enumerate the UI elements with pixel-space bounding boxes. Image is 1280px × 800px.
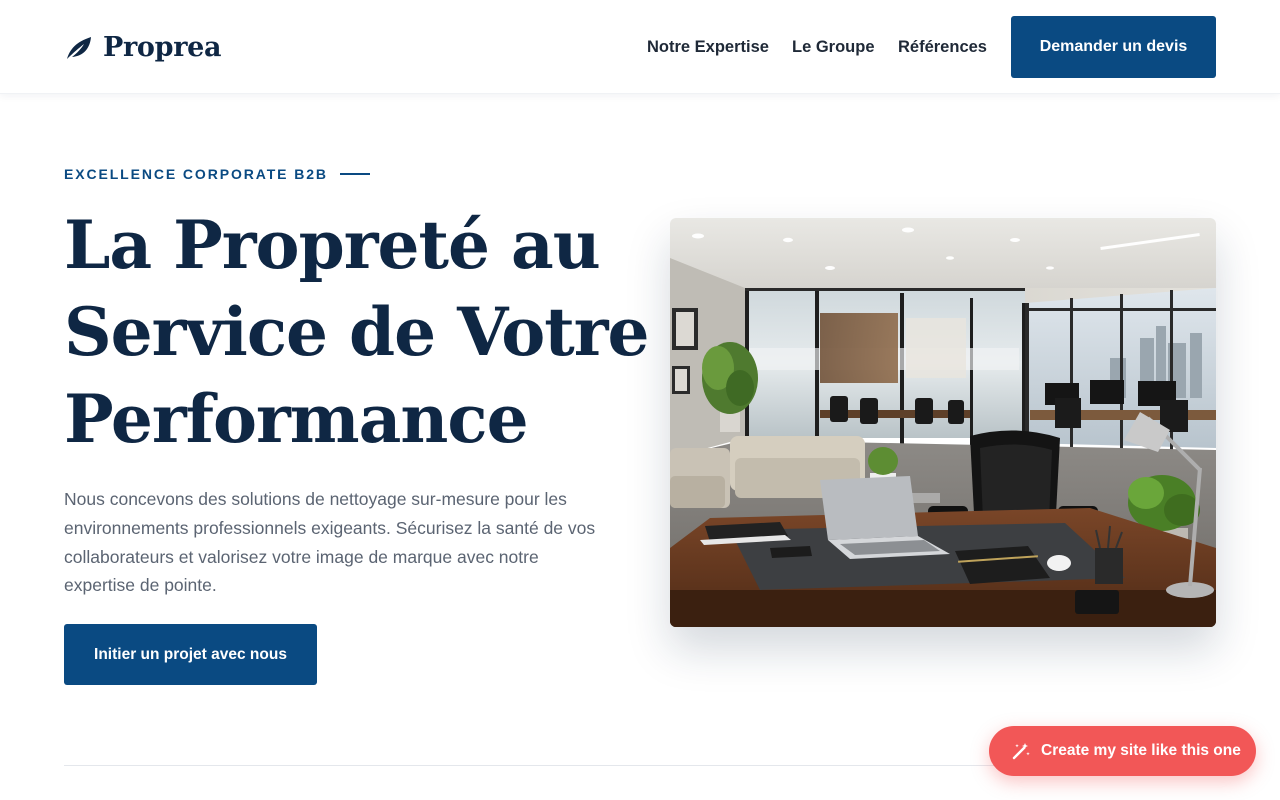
hero-title: La Propreté au Service de Votre Performa…: [64, 202, 650, 463]
magic-wand-icon: [1012, 743, 1030, 760]
office-photo: [670, 218, 1216, 627]
create-site-button[interactable]: Create my site like this one: [989, 726, 1256, 776]
start-project-button[interactable]: Initier un projet avec nous: [64, 624, 317, 685]
hero-description: Nous concevons des solutions de nettoyag…: [64, 489, 596, 596]
hero-title-line: La Propreté au: [64, 206, 601, 284]
nav-link-le-groupe[interactable]: Le Groupe: [792, 36, 875, 58]
create-site-label: Create my site like this one: [1041, 742, 1241, 759]
eyebrow-text: EXCELLENCE CORPORATE B2B: [64, 166, 328, 182]
hero-eyebrow: EXCELLENCE CORPORATE B2B: [64, 164, 370, 184]
nav-link-references[interactable]: Références: [898, 36, 987, 58]
hero-title-line: Service de Votre: [64, 293, 650, 371]
eyebrow-rule: [339, 173, 370, 175]
site-header: Proprea Notre Expertise Le Groupe Référe…: [0, 0, 1280, 94]
hero-title-line: Performance: [64, 380, 529, 458]
nav-link-notre-expertise[interactable]: Notre Expertise: [647, 36, 769, 58]
request-quote-button[interactable]: Demander un devis: [1011, 16, 1216, 78]
office-illustration: [670, 218, 1216, 627]
